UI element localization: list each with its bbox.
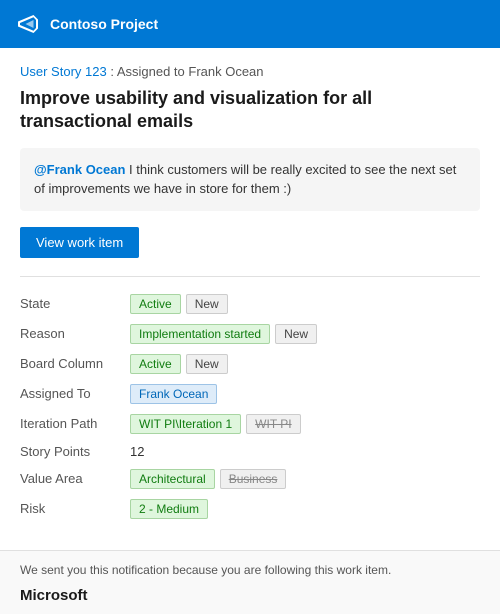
- field-tag: New: [186, 294, 228, 314]
- comment-box: @Frank Ocean I think customers will be r…: [20, 148, 480, 211]
- work-item-title: Improve usability and visualization for …: [20, 87, 480, 134]
- app-title: Contoso Project: [50, 16, 158, 32]
- field-label: Iteration Path: [20, 409, 130, 439]
- breadcrumb: User Story 123 : Assigned to Frank Ocean: [20, 64, 480, 79]
- field-tag: Active: [130, 294, 181, 314]
- field-row: Assigned ToFrank Ocean: [20, 379, 480, 409]
- field-tag: Business: [220, 469, 287, 489]
- field-label: Risk: [20, 494, 130, 524]
- field-row: Board ColumnActiveNew: [20, 349, 480, 379]
- main-content: User Story 123 : Assigned to Frank Ocean…: [0, 48, 500, 540]
- field-tag: 2 - Medium: [130, 499, 208, 519]
- field-label: State: [20, 289, 130, 319]
- field-values: ArchitecturalBusiness: [130, 464, 480, 494]
- field-tag: WIT PI: [246, 414, 300, 434]
- field-values: WIT PI\Iteration 1WIT PI: [130, 409, 480, 439]
- vs-logo-icon: [16, 12, 40, 36]
- field-row: StateActiveNew: [20, 289, 480, 319]
- view-work-item-button[interactable]: View work item: [20, 227, 139, 258]
- breadcrumb-description: Assigned to Frank Ocean: [117, 64, 264, 79]
- app-header: Contoso Project: [0, 0, 500, 48]
- breadcrumb-separator: :: [107, 64, 117, 79]
- breadcrumb-link[interactable]: User Story 123: [20, 64, 107, 79]
- comment-mention: @Frank Ocean: [34, 162, 125, 177]
- field-values: Frank Ocean: [130, 379, 480, 409]
- footer-note: We sent you this notification because yo…: [20, 563, 480, 577]
- field-values: 12: [130, 439, 480, 464]
- field-tag: WIT PI\Iteration 1: [130, 414, 241, 434]
- field-tag: Implementation started: [130, 324, 270, 344]
- field-row: Story Points12: [20, 439, 480, 464]
- field-value: 12: [130, 444, 144, 459]
- field-tag: Active: [130, 354, 181, 374]
- field-row: Iteration PathWIT PI\Iteration 1WIT PI: [20, 409, 480, 439]
- field-row: ReasonImplementation startedNew: [20, 319, 480, 349]
- field-tag: Architectural: [130, 469, 215, 489]
- field-tag: New: [275, 324, 317, 344]
- field-values: 2 - Medium: [130, 494, 480, 524]
- field-row: Risk2 - Medium: [20, 494, 480, 524]
- field-label: Value Area: [20, 464, 130, 494]
- field-values: ActiveNew: [130, 289, 480, 319]
- fields-table: StateActiveNewReasonImplementation start…: [20, 289, 480, 524]
- field-label: Board Column: [20, 349, 130, 379]
- field-tag: Frank Ocean: [130, 384, 217, 404]
- field-label: Reason: [20, 319, 130, 349]
- field-tag: New: [186, 354, 228, 374]
- field-row: Value AreaArchitecturalBusiness: [20, 464, 480, 494]
- field-label: Story Points: [20, 439, 130, 464]
- field-values: Implementation startedNew: [130, 319, 480, 349]
- field-values: ActiveNew: [130, 349, 480, 379]
- footer: We sent you this notification because yo…: [0, 550, 500, 614]
- footer-brand: Microsoft: [20, 587, 480, 604]
- field-label: Assigned To: [20, 379, 130, 409]
- section-divider: [20, 276, 480, 277]
